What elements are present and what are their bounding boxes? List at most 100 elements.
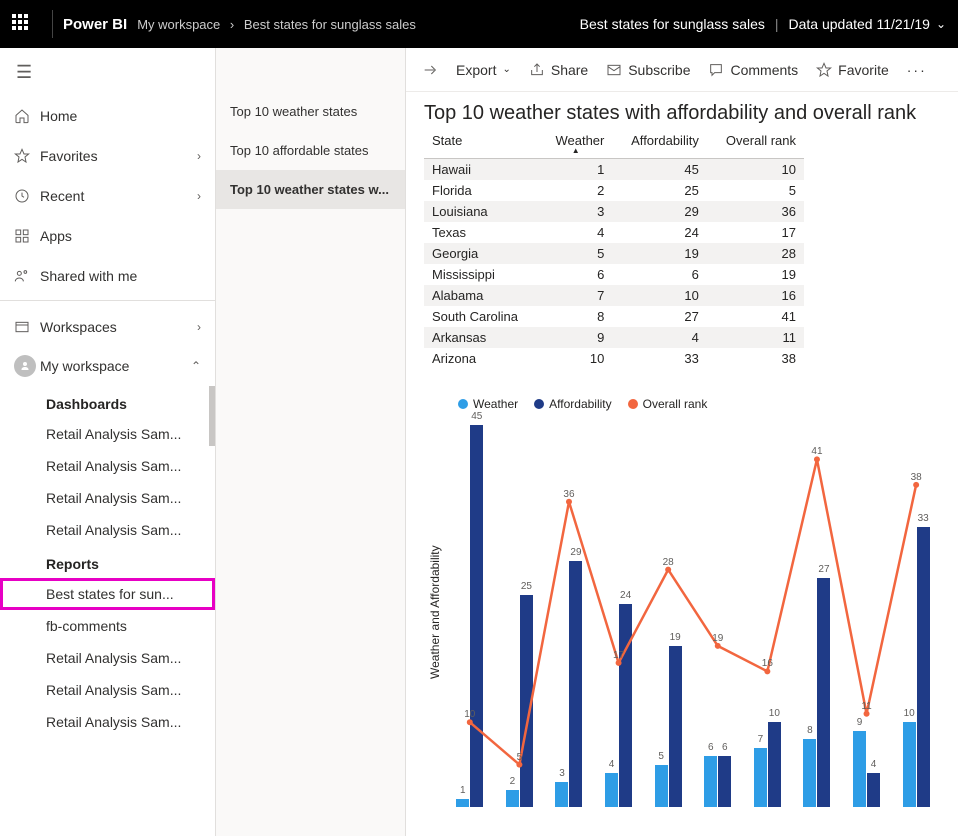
report-item[interactable]: Retail Analysis Sam...: [0, 674, 215, 706]
toolbar-label: Comments: [730, 62, 798, 78]
brand-label: Power BI: [63, 16, 127, 33]
app-launcher-icon[interactable]: [12, 14, 32, 34]
comments-button[interactable]: Comments: [708, 62, 798, 78]
table-row[interactable]: South Carolina82741: [424, 306, 804, 327]
toolbar-label: Favorite: [838, 62, 889, 78]
combo-chart[interactable]: Weather and Affordability 14522532942451…: [424, 417, 940, 807]
bar-group[interactable]: 225: [496, 417, 544, 807]
bar-afford[interactable]: 24: [619, 604, 632, 807]
bar-group[interactable]: 94: [843, 417, 891, 807]
bar-group[interactable]: 519: [644, 417, 692, 807]
table-row[interactable]: Arkansas9411: [424, 327, 804, 348]
legend-weather[interactable]: Weather: [458, 397, 518, 411]
breadcrumb-item[interactable]: Best states for sunglass sales: [244, 17, 416, 32]
bar-weather[interactable]: 2: [506, 790, 519, 807]
line-label: 11: [861, 701, 871, 712]
col-state[interactable]: State: [424, 129, 539, 159]
star-icon: [14, 148, 40, 164]
nav-recent[interactable]: Recent ›: [0, 176, 215, 216]
col-afford[interactable]: Affordability: [612, 129, 706, 159]
table-row[interactable]: Florida2255: [424, 180, 804, 201]
bar-afford[interactable]: 6: [718, 756, 731, 807]
bar-afford[interactable]: 4: [867, 773, 880, 807]
share-button[interactable]: Share: [529, 62, 588, 78]
col-weather[interactable]: Weather: [539, 129, 612, 159]
export-button[interactable]: Export ⌄: [456, 62, 511, 78]
shared-icon: [14, 268, 40, 284]
bar-afford[interactable]: 45: [470, 425, 483, 807]
dashboard-item[interactable]: Retail Analysis Sam...: [0, 418, 215, 450]
table-row[interactable]: Alabama71016: [424, 285, 804, 306]
dashboard-item[interactable]: Retail Analysis Sam...: [0, 514, 215, 546]
bar-group[interactable]: 827: [793, 417, 841, 807]
table-row[interactable]: Mississippi6619: [424, 264, 804, 285]
chevron-up-icon: ⌃: [191, 359, 201, 373]
scrollbar-thumb[interactable]: [209, 386, 215, 446]
favorite-button[interactable]: Favorite: [816, 62, 889, 78]
nav-my-workspace[interactable]: My workspace ⌃: [0, 346, 215, 386]
page-tab-active[interactable]: Top 10 weather states w...: [216, 170, 405, 209]
data-updated-label[interactable]: Data updated 11/21/19: [789, 16, 930, 32]
report-item[interactable]: Retail Analysis Sam...: [0, 706, 215, 738]
toolbar-label: Export: [456, 62, 496, 78]
more-button[interactable]: ···: [907, 62, 927, 78]
nav-favorites[interactable]: Favorites ›: [0, 136, 215, 176]
bar-weather[interactable]: 3: [555, 782, 568, 807]
bar-afford[interactable]: 10: [768, 722, 781, 807]
divider: [52, 10, 53, 38]
report-item[interactable]: Retail Analysis Sam...: [0, 642, 215, 674]
breadcrumb-item[interactable]: My workspace: [137, 17, 220, 32]
bar-group[interactable]: 424: [595, 417, 643, 807]
page-tab[interactable]: Top 10 weather states: [216, 92, 405, 131]
bar-group[interactable]: 710: [744, 417, 792, 807]
bar-weather[interactable]: 7: [754, 748, 767, 807]
bar-weather[interactable]: 5: [655, 765, 668, 807]
report-toolbar: Export ⌄ Share Subscribe Comments Favori…: [406, 48, 958, 92]
report-item[interactable]: fb-comments: [0, 610, 215, 642]
page-tab[interactable]: Top 10 affordable states: [216, 131, 405, 170]
table-row[interactable]: Texas42417: [424, 222, 804, 243]
nav-shared[interactable]: Shared with me: [0, 256, 215, 296]
data-table[interactable]: State Weather Affordability Overall rank…: [424, 129, 804, 369]
legend-rank[interactable]: Overall rank: [628, 397, 708, 411]
bar-weather[interactable]: 1: [456, 799, 469, 807]
chevron-right-icon: ›: [230, 17, 234, 32]
bar-group[interactable]: 329: [545, 417, 593, 807]
dashboard-item[interactable]: Retail Analysis Sam...: [0, 450, 215, 482]
bar-afford[interactable]: 19: [669, 646, 682, 807]
bar-weather[interactable]: 6: [704, 756, 717, 807]
table-row[interactable]: Hawaii14510: [424, 159, 804, 181]
subscribe-button[interactable]: Subscribe: [606, 62, 690, 78]
table-row[interactable]: Georgia51928: [424, 243, 804, 264]
bar-afford[interactable]: 27: [817, 578, 830, 807]
bar-afford[interactable]: 25: [520, 595, 533, 807]
bar-group[interactable]: 66: [694, 417, 742, 807]
avatar-icon: [14, 355, 40, 377]
bar-afford[interactable]: 33: [917, 527, 930, 807]
table-row[interactable]: Louisiana32936: [424, 201, 804, 222]
bar-weather[interactable]: 8: [803, 739, 816, 807]
chevron-right-icon: ›: [197, 320, 201, 334]
nav-apps[interactable]: Apps: [0, 216, 215, 256]
bar-weather[interactable]: 9: [853, 731, 866, 807]
nav-workspaces[interactable]: Workspaces ›: [0, 300, 215, 346]
report-title: Best states for sunglass sales: [580, 16, 765, 32]
section-dashboards: Dashboards: [0, 386, 215, 418]
bar-group[interactable]: 145: [446, 417, 494, 807]
line-label: 41: [811, 446, 822, 457]
legend-afford[interactable]: Affordability: [534, 397, 611, 411]
dashboard-item[interactable]: Retail Analysis Sam...: [0, 482, 215, 514]
hamburger-icon[interactable]: ☰: [0, 48, 215, 96]
bar-afford[interactable]: 29: [569, 561, 582, 807]
table-row[interactable]: Arizona103338: [424, 348, 804, 369]
nav-home[interactable]: Home: [0, 96, 215, 136]
bar-weather[interactable]: 10: [903, 722, 916, 807]
report-item-selected[interactable]: Best states for sun...: [0, 578, 215, 610]
col-rank[interactable]: Overall rank: [707, 129, 804, 159]
bar-weather[interactable]: 4: [605, 773, 618, 807]
home-icon: [14, 108, 40, 124]
nav-label: Recent: [40, 188, 197, 204]
chevron-down-icon[interactable]: ⌄: [936, 17, 946, 31]
chevron-right-icon: ›: [197, 189, 201, 203]
back-forward-control[interactable]: [422, 62, 438, 78]
